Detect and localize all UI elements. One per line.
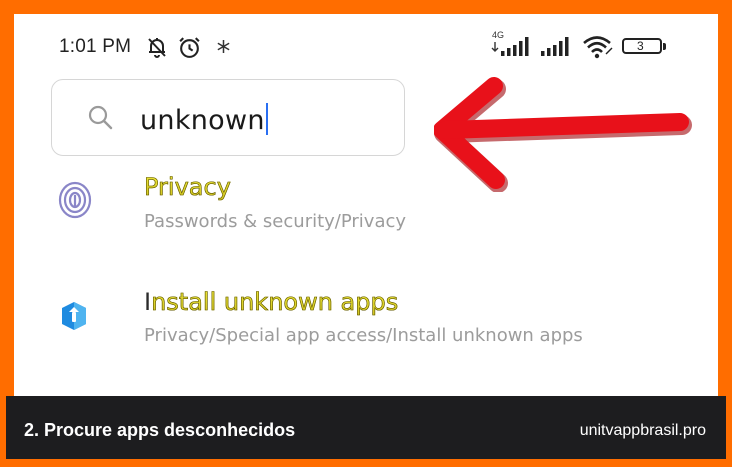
caption-site-link[interactable]: unitvappbrasil.pro (580, 422, 706, 440)
status-time: 1:01 PM (59, 36, 132, 57)
signal-icon (541, 37, 569, 56)
search-icon[interactable] (86, 103, 114, 131)
result-subtitle: Privacy/Special app access/Install unkno… (144, 325, 583, 346)
search-value: unknown (140, 105, 265, 136)
search-result-item[interactable]: Install unknown apps Privacy/Special app… (14, 282, 718, 372)
wifi-icon (583, 36, 613, 59)
fingerprint-icon (58, 181, 92, 219)
battery-level: 3 (637, 39, 644, 53)
text-caret (265, 103, 268, 135)
result-title-text: Privacy (144, 173, 232, 202)
signal-icon (491, 37, 529, 56)
search-query-text[interactable]: unknown (140, 103, 268, 136)
caption-step-text: 2. Procure apps desconhecidos (24, 420, 296, 440)
result-title-highlight: nstall unknown apps (151, 288, 399, 317)
search-input[interactable]: unknown (51, 79, 405, 156)
result-title: Install unknown apps (144, 288, 399, 317)
phone-screenshot-frame: 1:01 PM 4G 3 unknown Privacy Passwords &… (14, 14, 718, 453)
result-title: Privacy (144, 173, 232, 202)
battery-icon: 3 (622, 36, 668, 58)
muted-bell-icon (148, 38, 166, 58)
snowflake-icon (217, 40, 230, 53)
signal-4g-group: 4G (490, 30, 532, 58)
shield-icon (62, 302, 86, 330)
result-subtitle: Passwords & security/Privacy (144, 211, 407, 232)
search-result-item[interactable]: Privacy Passwords & security/Privacy (14, 169, 718, 259)
caption-bar: 2. Procure apps desconhecidos unitvappbr… (6, 396, 726, 459)
status-bar: 1:01 PM 4G 3 (14, 30, 718, 60)
alarm-icon (179, 37, 200, 58)
